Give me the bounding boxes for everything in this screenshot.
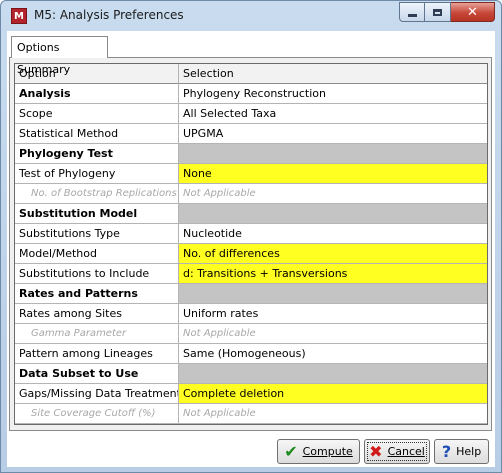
option-cell: Statistical Method: [15, 124, 179, 144]
selection-cell: [179, 144, 487, 164]
grid-body: Analysis Phylogeny Reconstruction Scope All…: [15, 84, 487, 424]
help-button-label: Help: [456, 445, 482, 458]
maximize-icon: [433, 8, 442, 16]
close-button[interactable]: ✕: [451, 2, 495, 22]
table-row[interactable]: Analysis Phylogeny Reconstruction: [15, 84, 487, 104]
selection-cell: [179, 204, 487, 224]
option-cell: Substitutions to Include: [15, 264, 179, 284]
help-button[interactable]: ? Help: [434, 439, 489, 464]
options-panel: Option Selection AnalysisPhylogeny Recon…: [9, 57, 492, 431]
option-cell: No. of Bootstrap Replications: [15, 184, 179, 204]
close-icon: ✕: [467, 4, 478, 20]
selection-cell: Same (Homogeneous): [179, 344, 487, 364]
table-row[interactable]: Site Coverage Cutoff (%) Not Applicable: [15, 404, 487, 424]
selection-cell: Not Applicable: [179, 324, 487, 344]
table-row[interactable]: Model/Method No. of differences: [15, 244, 487, 264]
option-cell: Scope: [15, 104, 179, 124]
caption-buttons: ✕: [399, 2, 495, 22]
table-row[interactable]: Gamma Parameter Not Applicable: [15, 324, 487, 344]
table-row[interactable]: Substitutions Type Nucleotide: [15, 224, 487, 244]
selection-cell: Phylogeny Reconstruction: [179, 84, 487, 104]
table-row[interactable]: Substitution Model: [15, 204, 487, 224]
options-grid: Option Selection AnalysisPhylogeny Recon…: [14, 63, 488, 425]
table-row[interactable]: Data Subset to Use: [15, 364, 487, 384]
selection-cell: Uniform rates: [179, 304, 487, 324]
tab-options-summary[interactable]: Options Summary: [11, 36, 108, 76]
table-row[interactable]: Statistical Method UPGMA: [15, 124, 487, 144]
minimize-button[interactable]: [399, 2, 425, 22]
option-cell: Gaps/Missing Data Treatment: [15, 384, 179, 404]
cancel-button[interactable]: ✖ Cancel: [364, 439, 430, 464]
option-cell: Test of Phylogeny: [15, 164, 179, 184]
option-cell: Site Coverage Cutoff (%): [15, 404, 179, 424]
table-row[interactable]: Rates and Patterns: [15, 284, 487, 304]
option-cell: Substitution Model: [15, 204, 179, 224]
compute-button[interactable]: ✔ Compute: [277, 439, 360, 464]
title-bar[interactable]: M M5: Analysis Preferences ✕: [1, 1, 501, 31]
option-cell: Rates among Sites: [15, 304, 179, 324]
help-question-icon: ?: [441, 441, 452, 461]
table-row[interactable]: Substitutions to Include d: Transitions +…: [15, 264, 487, 284]
option-cell: Analysis: [15, 84, 179, 104]
selection-cell: All Selected Taxa: [179, 104, 487, 124]
table-row[interactable]: Rates among Sites Uniform rates: [15, 304, 487, 324]
cancel-x-icon: ✖: [369, 441, 383, 461]
option-cell: Phylogeny Test: [15, 144, 179, 164]
button-bar: ✔ Compute ✖ Cancel ? Help: [7, 435, 495, 467]
maximize-button[interactable]: [425, 2, 451, 22]
compute-button-label: Compute: [302, 445, 353, 458]
checkmark-icon: ✔: [284, 441, 298, 461]
option-cell: Substitutions Type: [15, 224, 179, 244]
table-row[interactable]: Gaps/Missing Data Treatment Complete dele…: [15, 384, 487, 404]
selection-cell: Nucleotide: [179, 224, 487, 244]
option-cell: Model/Method: [15, 244, 179, 264]
analysis-preferences-window: M M5: Analysis Preferences ✕ Options Sum…: [0, 0, 502, 473]
grid-header: Option Selection: [15, 64, 487, 84]
table-row[interactable]: Test of Phylogeny None: [15, 164, 487, 184]
selection-cell: [179, 364, 487, 384]
selection-cell: Not Applicable: [179, 184, 487, 204]
cancel-button-label: Cancel: [387, 445, 425, 458]
window-title: M5: Analysis Preferences: [34, 8, 184, 22]
selection-cell: [179, 284, 487, 304]
selection-cell[interactable]: Complete deletion: [179, 384, 487, 404]
selection-cell: UPGMA: [179, 124, 487, 144]
table-row[interactable]: Pattern among Lineages Same (Homogeneous): [15, 344, 487, 364]
selection-cell[interactable]: No. of differences: [179, 244, 487, 264]
client-area: Options Summary Option Selection Analysi…: [7, 31, 495, 467]
table-row[interactable]: Phylogeny Test: [15, 144, 487, 164]
selection-cell: Not Applicable: [179, 404, 487, 424]
column-header-selection[interactable]: Selection: [179, 64, 487, 84]
option-cell: Data Subset to Use: [15, 364, 179, 384]
table-row[interactable]: Scope All Selected Taxa: [15, 104, 487, 124]
selection-cell[interactable]: d: Transitions + Transversions: [179, 264, 487, 284]
mega-app-icon: M: [11, 8, 27, 24]
option-cell: Gamma Parameter: [15, 324, 179, 344]
option-cell: Pattern among Lineages: [15, 344, 179, 364]
minimize-icon: [407, 13, 417, 17]
table-row[interactable]: No. of Bootstrap Replications Not Applica…: [15, 184, 487, 204]
selection-cell[interactable]: None: [179, 164, 487, 184]
option-cell: Rates and Patterns: [15, 284, 179, 304]
